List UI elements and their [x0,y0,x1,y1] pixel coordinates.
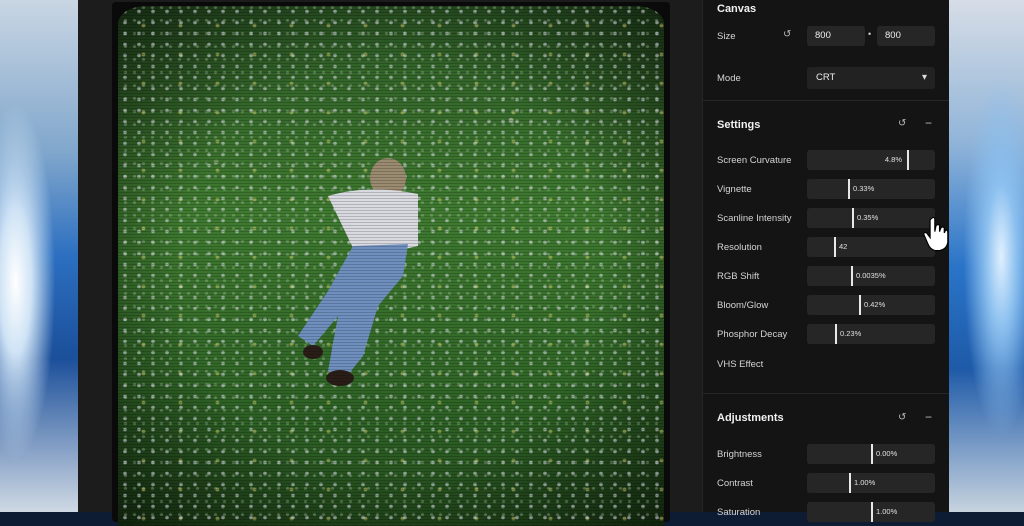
app-window: Canvas Size ↺ 800 • 800 Mode CRT ▾ Setti… [78,0,949,526]
canvas-area [78,0,702,526]
slider-thumb[interactable] [835,324,837,344]
slider-thumb[interactable] [848,179,850,199]
size-separator: • [868,29,872,39]
slider[interactable]: 0.0035% [807,266,935,286]
slider[interactable]: 1.00% [807,473,935,493]
slider-value: 0.0035% [856,271,886,280]
slider[interactable]: 0.23% [807,324,935,344]
slider-thumb[interactable] [849,473,851,493]
desktop-wallpaper-right [948,0,1024,512]
slider-value: 0.00% [876,449,898,458]
chevron-down-icon: ▾ [921,72,927,83]
slider-value: 0.42% [864,300,886,309]
adjustments-section-title: Adjustments [717,412,784,424]
slider-value: 0.33% [853,184,875,193]
crt-preview-image[interactable] [118,6,664,526]
slider-value: 0.35% [857,213,879,222]
slider[interactable]: 1.00% [807,502,935,522]
hand-cursor-icon [923,216,949,252]
slider[interactable]: 4.8% [807,150,935,170]
minus-icon[interactable]: − [925,410,932,424]
slider-label: Contrast [717,478,753,489]
slider-thumb[interactable] [907,150,909,170]
crt-frame [112,2,670,526]
slider-label: Vignette [717,184,752,195]
slider-value: 42 [839,242,848,251]
slider-thumb[interactable] [871,502,873,522]
reset-icon[interactable]: ↺ [898,412,906,423]
slider-label: Phosphor Decay [717,329,788,340]
vhs-effect-label: VHS Effect [717,359,764,370]
mode-label: Mode [717,73,741,84]
mode-select[interactable]: CRT ▾ [807,67,935,89]
slider-thumb[interactable] [851,266,853,286]
slider[interactable]: 0.35% [807,208,935,228]
minus-icon[interactable]: − [925,116,932,130]
slider-label: Resolution [717,242,762,253]
desktop-wallpaper-left [0,0,78,512]
person-in-field [298,158,418,386]
slider[interactable]: 0.33% [807,179,935,199]
slider-label: Brightness [717,449,762,460]
slider-label: Screen Curvature [717,155,792,166]
slider-label: Bloom/Glow [717,300,769,311]
slider-value: 1.00% [854,478,876,487]
reset-icon[interactable]: ↺ [898,118,906,129]
width-input[interactable]: 800 [807,26,865,46]
canvas-section-title: Canvas [717,3,757,15]
slider-thumb[interactable] [871,444,873,464]
slider-label: Saturation [717,507,761,518]
slider[interactable]: 0.42% [807,295,935,315]
slider-label: Scanline Intensity [717,213,792,224]
slider-thumb[interactable] [859,295,861,315]
slider-value: 4.8% [884,155,902,164]
slider[interactable]: 0.00% [807,444,935,464]
settings-section-title: Settings [717,119,761,131]
slider-thumb[interactable] [834,237,836,257]
mode-value: CRT [816,72,836,83]
size-label: Size [717,31,736,42]
slider-thumb[interactable] [852,208,854,228]
settings-panel: Canvas Size ↺ 800 • 800 Mode CRT ▾ Setti… [702,0,949,522]
slider-value: 1.00% [876,507,898,516]
height-input[interactable]: 800 [877,26,935,46]
slider[interactable]: 42 [807,237,935,257]
slider-value: 0.23% [840,329,862,338]
slider-label: RGB Shift [717,271,760,282]
reset-icon[interactable]: ↺ [783,29,791,40]
